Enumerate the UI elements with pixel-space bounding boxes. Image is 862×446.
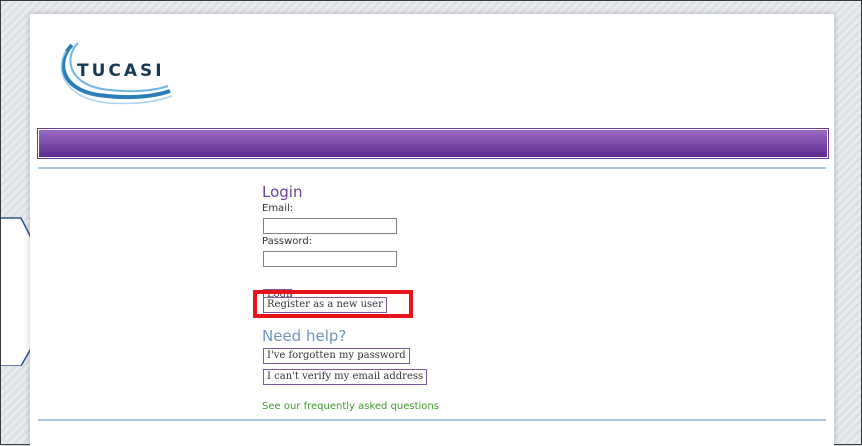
divider-top [38,167,826,169]
login-page: TUCASI Login Email: Password: Login Regi… [30,14,834,446]
login-heading: Login [262,183,303,201]
divider-bottom [38,419,826,421]
email-label: Email: [262,203,294,214]
tucasi-logo: TUCASI [58,39,178,111]
verify-email-button[interactable]: I can't verify my email address [263,369,428,385]
register-button[interactable]: Register as a new user [263,297,387,313]
screenshot-frame: TUCASI Login Email: Password: Login Regi… [0,0,862,446]
login-form: Login Email: Password: Login Register as… [253,183,582,412]
password-field[interactable] [263,251,397,267]
email-field[interactable] [263,218,397,234]
faq-link[interactable]: See our frequently asked questions [262,401,439,412]
password-label: Password: [262,236,313,247]
help-heading: Need help? [262,327,347,345]
forgot-password-button[interactable]: I've forgotten my password [263,348,410,364]
logo-text: TUCASI [77,61,165,81]
header-banner [37,128,829,159]
